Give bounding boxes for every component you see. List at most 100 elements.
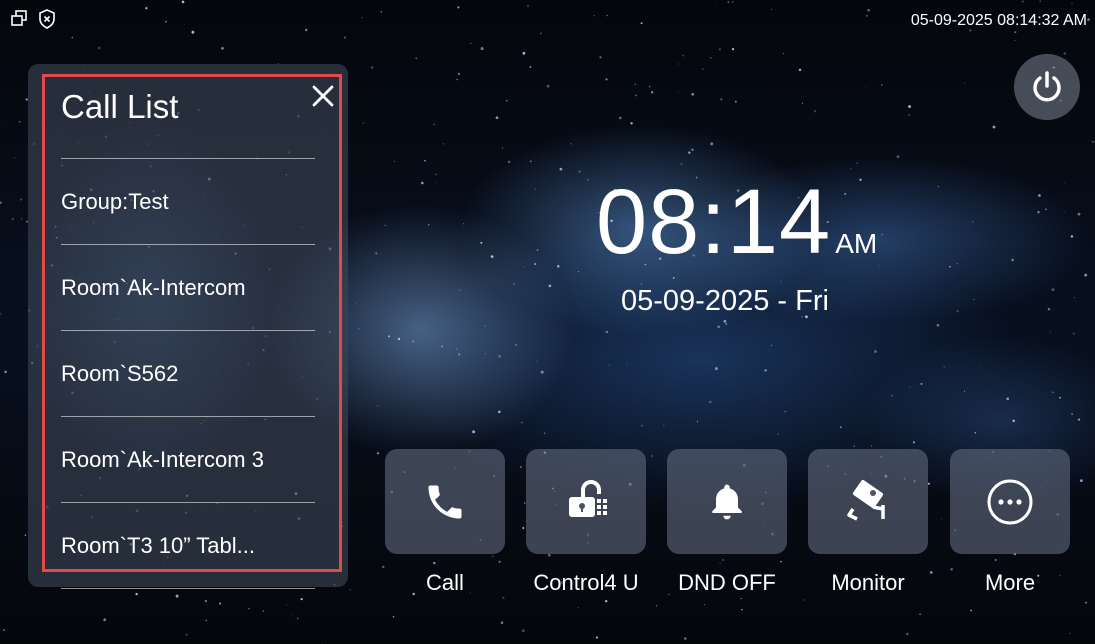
star [725,322,728,326]
star [801,102,803,104]
star [1077,212,1081,216]
star [286,604,288,606]
more-button-label: More [984,570,1036,595]
star [890,394,893,397]
star [717,325,721,329]
star [741,608,743,611]
shield-icon[interactable] [38,9,56,29]
star [956,309,959,313]
monitor-button[interactable] [808,449,928,554]
star [973,298,975,301]
star [972,221,974,223]
star [1084,273,1088,277]
star [672,276,675,279]
star [472,430,476,434]
star [392,615,395,618]
star [11,217,14,221]
star [722,559,724,561]
star [7,124,9,126]
monitor-button-label: Monitor [831,570,905,595]
more-icon [987,479,1033,524]
star [974,432,977,434]
star [963,82,966,84]
star [520,466,522,468]
star [470,42,472,44]
list-item[interactable]: Group:Test [61,158,315,244]
star [906,632,909,636]
star [881,84,883,86]
star [803,599,804,601]
star [853,445,855,447]
star [920,382,923,385]
star [1047,307,1051,311]
star [434,173,437,176]
star [135,592,138,596]
star [397,337,401,341]
star [731,47,735,51]
star [495,116,499,120]
list-item[interactable]: Room`Ak-Intercom [61,244,315,330]
star [595,636,599,639]
clock: 08:14 AM [596,176,877,268]
star [1070,235,1074,238]
star [691,148,694,152]
list-item[interactable]: Room`Ak-Intercom 3 [61,416,315,502]
star [204,599,208,603]
star [515,343,518,347]
star [606,14,608,17]
star [291,615,293,617]
star [780,560,782,563]
star [384,224,386,226]
dnd-button[interactable] [667,449,787,554]
call-button[interactable] [385,449,505,554]
star [719,562,721,564]
list-item[interactable]: Room`T3 10” Tabl... [61,502,315,588]
call-button-label: Call [426,570,464,595]
star [462,223,465,225]
star [377,405,379,407]
star [865,87,867,89]
star [682,54,685,57]
star [457,6,460,9]
close-button[interactable] [311,84,335,108]
more-button[interactable] [950,449,1070,554]
windows-icon[interactable] [10,9,28,29]
star [604,599,608,603]
star [457,353,461,356]
star [480,241,483,244]
star [433,123,436,126]
star [770,344,772,346]
power-button[interactable] [1014,54,1080,120]
star [412,340,415,343]
star [867,8,870,12]
star [304,28,308,32]
star [710,142,714,146]
star [536,249,539,251]
star [605,330,609,334]
star [704,604,706,606]
star [536,360,538,362]
star [587,178,589,181]
star [20,198,23,201]
star [191,30,195,34]
star [349,589,351,591]
star [871,445,873,447]
star [1059,396,1061,399]
star [964,390,966,392]
star [377,452,380,455]
control4-unlock-button[interactable] [526,449,646,554]
star [262,610,264,612]
list-item[interactable]: Room`S562 [61,330,315,416]
star [605,78,608,81]
close-icon [312,85,334,107]
star [1050,330,1052,332]
star [909,386,911,388]
star [559,167,563,171]
star [740,597,742,600]
star [992,125,996,129]
list-item-label: Room`S562 [61,360,179,386]
star [798,68,802,72]
star [442,142,445,145]
star [714,367,718,371]
star [640,22,643,25]
